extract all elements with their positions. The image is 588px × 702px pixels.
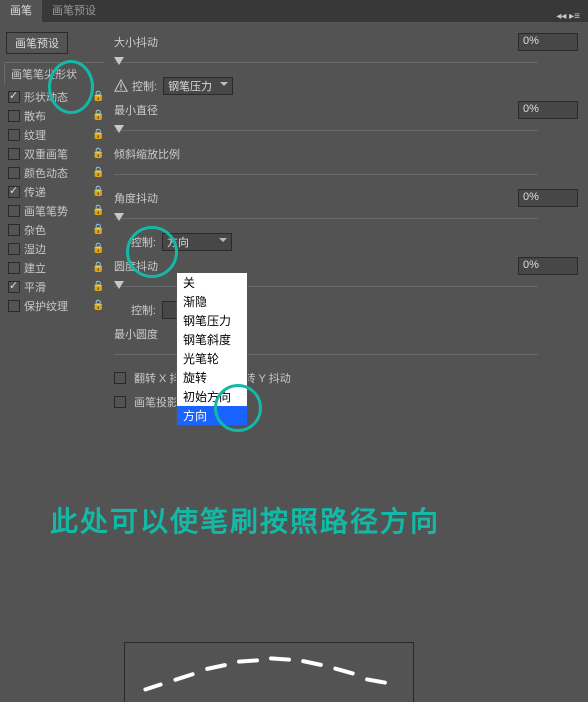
min-roundness-label: 最小圆度 [114, 326, 158, 342]
checkbox[interactable] [8, 129, 20, 141]
checkbox[interactable] [8, 148, 20, 160]
brush-projection-label: 画笔投影 [134, 394, 178, 410]
checkbox[interactable] [8, 186, 20, 198]
sidebar-item-6[interactable]: 画笔笔势 🔒 [4, 201, 104, 220]
size-jitter-field[interactable]: 0% [518, 33, 578, 51]
control3-label: 控制: [114, 302, 162, 318]
sidebar-item-1[interactable]: 散布 🔒 [4, 106, 104, 125]
dropdown-option[interactable]: 光笔轮 [177, 349, 247, 368]
brush-preset-button[interactable]: 画笔预设 [6, 32, 68, 54]
checkbox[interactable] [8, 110, 20, 122]
dropdown-option[interactable]: 初始方向 [177, 387, 247, 406]
size-jitter-label: 大小抖动 [114, 34, 186, 50]
stroke-preview [124, 642, 414, 702]
brush-projection-checkbox[interactable] [114, 396, 126, 408]
min-diameter-field[interactable]: 0% [518, 101, 578, 119]
dropdown-option[interactable]: 方向 [177, 406, 247, 425]
sidebar-item-label: 湿边 [24, 241, 46, 257]
dropdown-option[interactable]: 关 [177, 273, 247, 292]
lock-icon[interactable]: 🔒 [92, 262, 104, 273]
brush-sidebar: 画笔预设 画笔笔尖形状 形状动态🔒散布🔒纹理🔒双重画笔🔒颜色动态🔒传递🔒画笔笔势… [0, 22, 108, 416]
sidebar-item-label: 双重画笔 [24, 146, 68, 162]
sidebar-item-label: 画笔笔势 [24, 203, 68, 219]
sidebar-item-2[interactable]: 纹理 🔒 [4, 125, 104, 144]
dropdown-option[interactable]: 渐隐 [177, 292, 247, 311]
sidebar-item-11[interactable]: 保护纹理 🔒 [4, 296, 104, 315]
sidebar-item-8[interactable]: 湿边 🔒 [4, 239, 104, 258]
lock-icon[interactable]: 🔒 [92, 186, 104, 197]
lock-icon[interactable]: 🔒 [92, 243, 104, 254]
control-select-pen-pressure[interactable]: 钢笔压力 [163, 77, 233, 95]
checkbox[interactable] [8, 281, 20, 293]
control2-select-direction[interactable]: 方向 [162, 233, 232, 251]
lock-icon[interactable]: 🔒 [92, 91, 104, 102]
sidebar-item-label: 形状动态 [24, 89, 68, 105]
tilt-scale-slider [114, 168, 578, 182]
lock-icon[interactable]: 🔒 [92, 224, 104, 235]
lock-icon[interactable]: 🔒 [92, 129, 104, 140]
tilt-scale-label: 倾斜缩放比例 [114, 146, 180, 162]
flip-x-checkbox[interactable] [114, 372, 126, 384]
checkbox[interactable] [8, 205, 20, 217]
control-label: 控制: [132, 78, 157, 94]
lock-icon[interactable]: 🔒 [92, 167, 104, 178]
lock-icon[interactable]: 🔒 [92, 110, 104, 121]
lock-icon[interactable]: 🔒 [92, 148, 104, 159]
sidebar-item-label: 建立 [24, 260, 46, 276]
warning-icon [114, 79, 128, 93]
roundness-jitter-field[interactable]: 0% [518, 257, 578, 275]
dropdown-option[interactable]: 钢笔斜度 [177, 330, 247, 349]
tab-brush-preset[interactable]: 画笔预设 [42, 0, 106, 22]
lock-icon[interactable]: 🔒 [92, 205, 104, 216]
sidebar-item-label: 散布 [24, 108, 46, 124]
lock-icon[interactable]: 🔒 [92, 300, 104, 311]
brush-tip-shape-header[interactable]: 画笔笔尖形状 [4, 62, 104, 85]
sidebar-item-3[interactable]: 双重画笔 🔒 [4, 144, 104, 163]
angle-jitter-slider[interactable] [114, 212, 578, 226]
checkbox[interactable] [8, 167, 20, 179]
checkbox[interactable] [8, 91, 20, 103]
tab-brush[interactable]: 画笔 [0, 0, 42, 22]
sidebar-item-label: 保护纹理 [24, 298, 68, 314]
lock-icon[interactable]: 🔒 [92, 281, 104, 292]
sidebar-item-label: 传递 [24, 184, 46, 200]
dropdown-option[interactable]: 旋转 [177, 368, 247, 387]
annotation-text: 此处可以使笔刷按照路径方向 [50, 500, 440, 540]
sidebar-item-0[interactable]: 形状动态 🔒 [4, 87, 104, 106]
min-diameter-label: 最小直径 [114, 102, 186, 118]
sidebar-item-5[interactable]: 传递 🔒 [4, 182, 104, 201]
checkbox[interactable] [8, 262, 20, 274]
sidebar-item-9[interactable]: 建立 🔒 [4, 258, 104, 277]
sidebar-item-label: 颜色动态 [24, 165, 68, 181]
panel-menu-icon[interactable]: ◂◂ ▸≡ [548, 11, 588, 22]
control2-label: 控制: [114, 234, 162, 250]
sidebar-item-label: 平滑 [24, 279, 46, 295]
sidebar-item-4[interactable]: 颜色动态 🔒 [4, 163, 104, 182]
size-jitter-slider[interactable] [114, 56, 578, 70]
sidebar-item-7[interactable]: 杂色 🔒 [4, 220, 104, 239]
sidebar-item-label: 杂色 [24, 222, 46, 238]
checkbox[interactable] [8, 243, 20, 255]
checkbox[interactable] [8, 300, 20, 312]
angle-jitter-field[interactable]: 0% [518, 189, 578, 207]
dropdown-option[interactable]: 钢笔压力 [177, 311, 247, 330]
sidebar-item-label: 纹理 [24, 127, 46, 143]
direction-dropdown[interactable]: 关渐隐钢笔压力钢笔斜度光笔轮旋转初始方向方向 [176, 272, 248, 426]
angle-jitter-label: 角度抖动 [114, 190, 186, 206]
checkbox[interactable] [8, 224, 20, 236]
sidebar-item-10[interactable]: 平滑 🔒 [4, 277, 104, 296]
min-diameter-slider[interactable] [114, 124, 578, 138]
